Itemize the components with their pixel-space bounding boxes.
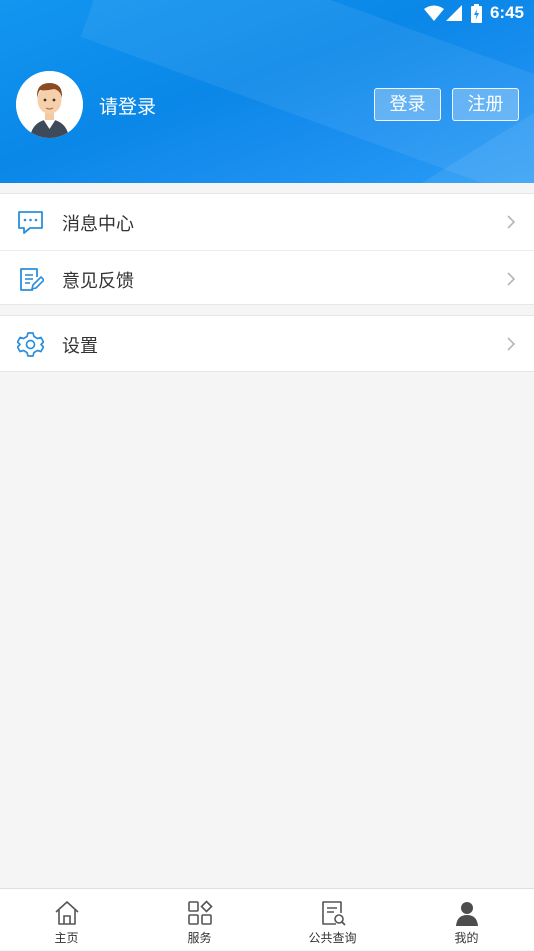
- grid-icon: [187, 900, 213, 925]
- home-icon: [54, 901, 79, 925]
- register-button[interactable]: 注册: [452, 88, 519, 121]
- menu-item-settings[interactable]: 设置: [0, 316, 534, 372]
- profile-header: 6:45 请登录 登录 注册: [0, 0, 534, 183]
- gear-icon: [17, 332, 44, 357]
- menu-item-label: 意见反馈: [62, 271, 134, 292]
- login-prompt[interactable]: 请登录: [99, 92, 156, 119]
- tab-label: 公共查询: [308, 931, 357, 945]
- avatar[interactable]: [16, 71, 83, 138]
- menu-item-messages[interactable]: 消息中心: [0, 194, 534, 250]
- chevron-right-icon: [507, 272, 516, 286]
- tab-label: 主页: [54, 931, 79, 945]
- menu-group-settings: 设置: [0, 315, 534, 372]
- tab-public-query[interactable]: 公共查询: [266, 889, 399, 951]
- status-bar: 6:45: [0, 0, 534, 28]
- message-icon: [18, 211, 43, 234]
- avatar-image: [16, 71, 83, 138]
- menu-item-label: 设置: [62, 336, 98, 357]
- clock: 6:45: [489, 3, 524, 22]
- tab-services[interactable]: 服务: [133, 889, 266, 951]
- tab-label: 服务: [187, 931, 212, 945]
- chevron-right-icon: [507, 215, 516, 229]
- search-document-icon: [321, 901, 346, 926]
- login-button[interactable]: 登录: [374, 88, 441, 121]
- chevron-right-icon: [507, 337, 516, 351]
- menu-group-primary: 消息中心 意见反馈: [0, 193, 534, 305]
- menu-item-label: 消息中心: [62, 214, 134, 235]
- wifi-icon: [424, 5, 444, 21]
- menu-item-feedback[interactable]: 意见反馈: [0, 250, 534, 306]
- signal-icon: [446, 5, 462, 21]
- battery-icon: [471, 4, 482, 23]
- bottom-tab-bar: 主页 服务 公共查询 我的: [0, 888, 534, 950]
- tab-label: 我的: [454, 931, 479, 945]
- tab-mine[interactable]: 我的: [400, 889, 533, 951]
- tab-home[interactable]: 主页: [0, 889, 133, 951]
- feedback-icon: [20, 268, 44, 291]
- person-icon: [455, 902, 478, 926]
